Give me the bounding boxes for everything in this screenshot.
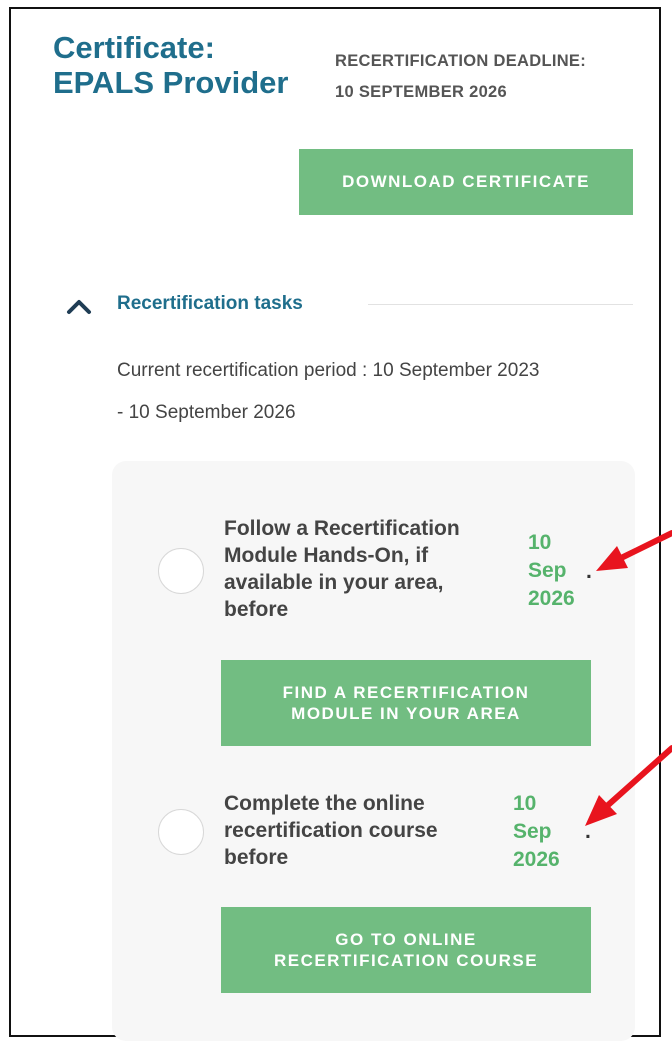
red-arrow-icon <box>585 530 672 826</box>
